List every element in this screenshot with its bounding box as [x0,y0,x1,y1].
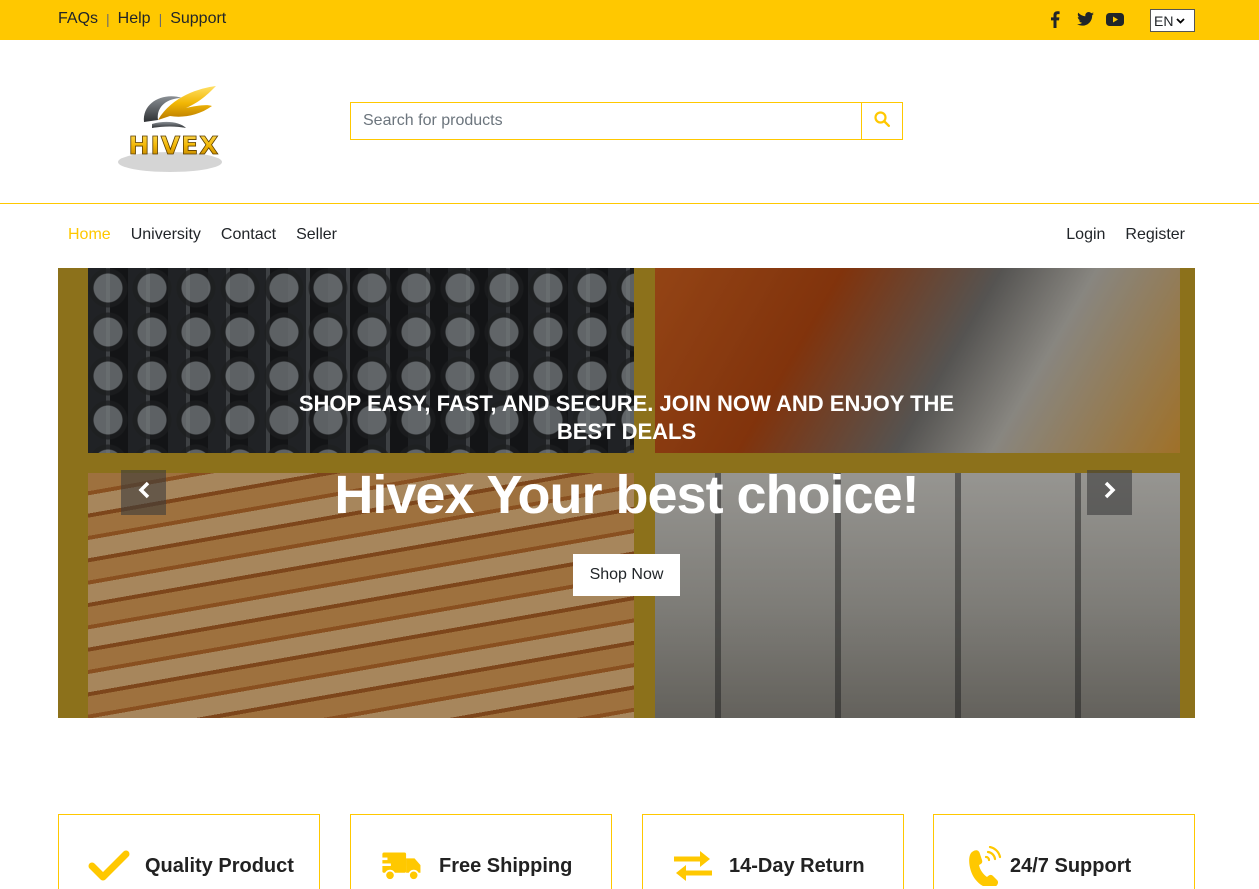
feature-label: 24/7 Support [1010,855,1132,877]
link-separator: | [106,11,110,27]
nav-left: Home University Contact Seller [68,226,357,244]
search-icon [874,110,890,132]
feature-label: 14-Day Return [729,855,865,877]
hero-tagline: SHOP EASY, FAST, AND SECURE. JOIN NOW AN… [298,391,955,444]
support-link[interactable]: Support [170,10,226,28]
top-links: FAQs | Help | Support [58,10,226,28]
truck-icon [379,845,423,887]
feature-label: Free Shipping [439,855,573,877]
nav-item-seller[interactable]: Seller [296,226,337,244]
chevron-down-icon [1176,16,1186,26]
carousel-prev-button[interactable] [121,470,166,515]
top-bar: FAQs | Help | Support EN [0,0,1259,40]
language-select[interactable]: EN [1150,9,1195,32]
register-link[interactable]: Register [1125,226,1185,244]
chevron-left-icon [137,481,151,504]
exchange-icon [671,845,715,887]
language-value: EN [1154,12,1174,29]
phone-icon [962,845,1006,887]
feature-free-shipping: Free Shipping [350,814,612,889]
feature-label: Quality Product [145,855,294,877]
check-icon [87,845,131,887]
feature-quality-product: Quality Product [58,814,320,889]
faqs-link[interactable]: FAQs [58,10,98,28]
shop-now-button[interactable]: Shop Now [573,554,680,596]
login-link[interactable]: Login [1066,226,1105,244]
hero-headline: Hivex Your best choice! [334,465,919,525]
search-bar: Search for products [350,102,903,140]
hero-carousel: SHOP EASY, FAST, AND SECURE. JOIN NOW AN… [58,268,1195,718]
feature-24-7-support: 24/7 Support [933,814,1195,889]
help-link[interactable]: Help [118,10,151,28]
nav-item-contact[interactable]: Contact [221,226,276,244]
search-input[interactable]: Search for products [351,103,861,139]
social-links [1046,10,1136,28]
facebook-icon[interactable] [1046,10,1064,28]
nav-item-home[interactable]: Home [68,226,111,244]
svg-text:HIVEX: HIVEX [129,131,220,160]
carousel-next-button[interactable] [1087,470,1132,515]
site-header: HIVEX Search for products [0,40,1259,204]
chevron-right-icon [1103,481,1117,504]
hivex-logo[interactable]: HIVEX [112,84,236,184]
search-button[interactable] [861,103,902,139]
main-nav: Home University Contact Seller Login Reg… [58,226,1195,246]
nav-item-university[interactable]: University [131,226,201,244]
feature-14-day-return: 14-Day Return [642,814,904,889]
nav-right: Login Register [1046,226,1185,244]
twitter-icon[interactable] [1076,10,1094,28]
search-placeholder: Search for products [363,112,503,129]
youtube-icon[interactable] [1106,10,1124,28]
link-separator: | [158,11,163,27]
